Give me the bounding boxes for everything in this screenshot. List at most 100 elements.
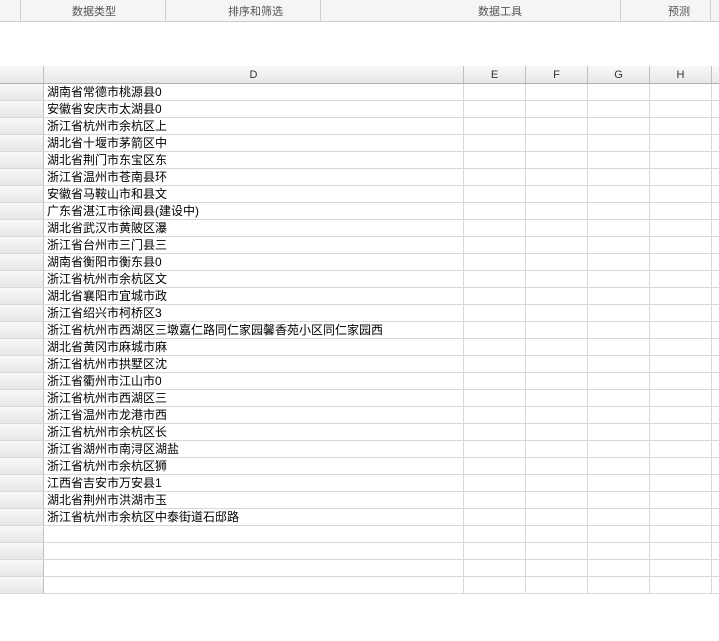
cell[interactable]: 浙江省台州市三门县三 xyxy=(44,237,464,253)
cell[interactable] xyxy=(464,424,526,440)
row-header[interactable] xyxy=(0,390,44,406)
cell[interactable] xyxy=(588,237,650,253)
cell[interactable] xyxy=(650,509,712,525)
cell[interactable] xyxy=(588,220,650,236)
cell[interactable] xyxy=(464,101,526,117)
cell[interactable]: 湖北省荆门市东宝区东 xyxy=(44,152,464,168)
cell[interactable] xyxy=(526,288,588,304)
cell[interactable] xyxy=(588,492,650,508)
cell[interactable] xyxy=(588,84,650,100)
cell[interactable] xyxy=(650,84,712,100)
cell[interactable]: 浙江省温州市龙港市西 xyxy=(44,407,464,423)
cell[interactable] xyxy=(464,305,526,321)
cell[interactable] xyxy=(650,322,712,338)
cell[interactable] xyxy=(588,152,650,168)
row-header[interactable] xyxy=(0,288,44,304)
row-header[interactable] xyxy=(0,220,44,236)
cell[interactable] xyxy=(650,407,712,423)
cell[interactable] xyxy=(588,288,650,304)
row-header[interactable] xyxy=(0,424,44,440)
column-header-G[interactable]: G xyxy=(588,66,650,83)
cell[interactable] xyxy=(464,271,526,287)
cell[interactable]: 浙江省杭州市余杭区中泰街道石邸路 xyxy=(44,509,464,525)
cell[interactable] xyxy=(464,322,526,338)
row-header[interactable] xyxy=(0,322,44,338)
cell[interactable]: 湖北省武汉市黄陂区瀑 xyxy=(44,220,464,236)
row-header[interactable] xyxy=(0,356,44,372)
cell[interactable] xyxy=(650,135,712,151)
cell[interactable] xyxy=(650,560,712,576)
row-header[interactable] xyxy=(0,373,44,389)
cell[interactable] xyxy=(650,492,712,508)
column-header-H[interactable]: H xyxy=(650,66,712,83)
cell[interactable] xyxy=(650,356,712,372)
cell[interactable] xyxy=(44,577,464,593)
row-header[interactable] xyxy=(0,203,44,219)
cell[interactable] xyxy=(464,186,526,202)
cell[interactable] xyxy=(464,339,526,355)
cell[interactable] xyxy=(464,492,526,508)
cell[interactable]: 浙江省杭州市拱墅区沈 xyxy=(44,356,464,372)
cell[interactable] xyxy=(464,577,526,593)
cell[interactable] xyxy=(464,475,526,491)
row-header[interactable] xyxy=(0,186,44,202)
cell[interactable] xyxy=(526,543,588,559)
cell[interactable] xyxy=(650,220,712,236)
cell[interactable] xyxy=(650,424,712,440)
cell[interactable] xyxy=(588,577,650,593)
cell[interactable] xyxy=(650,475,712,491)
row-header[interactable] xyxy=(0,305,44,321)
cell[interactable] xyxy=(526,424,588,440)
cell[interactable] xyxy=(650,288,712,304)
cell[interactable] xyxy=(526,169,588,185)
cell[interactable] xyxy=(44,526,464,542)
cell[interactable]: 安徽省安庆市太湖县0 xyxy=(44,101,464,117)
cell[interactable] xyxy=(526,356,588,372)
cell[interactable] xyxy=(464,237,526,253)
cell[interactable] xyxy=(526,339,588,355)
column-header-D[interactable]: D xyxy=(44,66,464,83)
cell[interactable] xyxy=(464,169,526,185)
cell[interactable] xyxy=(650,152,712,168)
cell[interactable]: 湖北省十堰市茅箭区中 xyxy=(44,135,464,151)
cell[interactable] xyxy=(588,543,650,559)
row-header[interactable] xyxy=(0,577,44,593)
cell[interactable] xyxy=(588,305,650,321)
cell[interactable] xyxy=(526,577,588,593)
cell[interactable] xyxy=(588,373,650,389)
cell[interactable] xyxy=(588,118,650,134)
cell[interactable] xyxy=(650,305,712,321)
cell[interactable]: 湖北省荆州市洪湖市玉 xyxy=(44,492,464,508)
cell[interactable] xyxy=(526,203,588,219)
cell[interactable] xyxy=(526,475,588,491)
cell[interactable]: 湖南省常德市桃源县0 xyxy=(44,84,464,100)
cell[interactable] xyxy=(588,339,650,355)
cell[interactable] xyxy=(650,271,712,287)
cell[interactable] xyxy=(588,135,650,151)
row-header[interactable] xyxy=(0,543,44,559)
cell[interactable] xyxy=(650,526,712,542)
cell[interactable]: 浙江省杭州市余杭区文 xyxy=(44,271,464,287)
cell[interactable] xyxy=(464,84,526,100)
cell[interactable] xyxy=(464,373,526,389)
row-header[interactable] xyxy=(0,237,44,253)
cell[interactable] xyxy=(588,424,650,440)
cell[interactable] xyxy=(526,220,588,236)
cell[interactable] xyxy=(526,271,588,287)
cell[interactable] xyxy=(464,458,526,474)
cell[interactable] xyxy=(526,492,588,508)
cell[interactable] xyxy=(526,390,588,406)
cell[interactable] xyxy=(526,135,588,151)
cell[interactable] xyxy=(464,356,526,372)
cell[interactable]: 浙江省湖州市南浔区湖盐 xyxy=(44,441,464,457)
cell[interactable]: 江西省吉安市万安县1 xyxy=(44,475,464,491)
row-header[interactable] xyxy=(0,492,44,508)
cell[interactable] xyxy=(464,152,526,168)
cell[interactable] xyxy=(464,543,526,559)
row-header[interactable] xyxy=(0,441,44,457)
row-header[interactable] xyxy=(0,339,44,355)
cell[interactable] xyxy=(588,101,650,117)
grid[interactable]: 湖南省常德市桃源县0安徽省安庆市太湖县0浙江省杭州市余杭区上湖北省十堰市茅箭区中… xyxy=(0,84,719,594)
row-header[interactable] xyxy=(0,560,44,576)
cell[interactable] xyxy=(588,271,650,287)
